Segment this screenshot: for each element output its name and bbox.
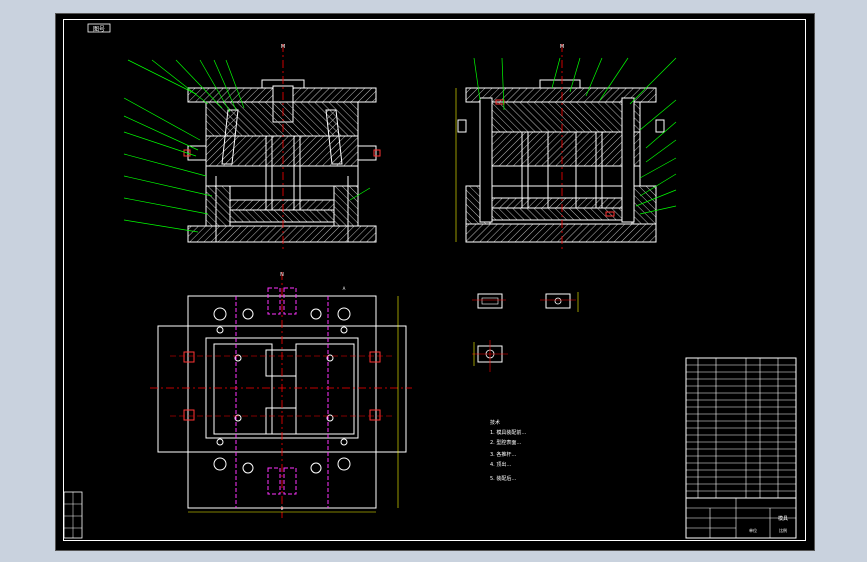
plan-view: N B A: [150, 272, 412, 518]
note-line: 5. 装配后…: [490, 475, 516, 482]
note-line: 2. 型腔表面…: [490, 439, 521, 446]
left-view-callout: M: [281, 44, 285, 50]
technical-notes: 技术 1. 模具装配前… 2. 型腔表面… 3. 各推杆… 4. 顶出… 5. …: [490, 419, 526, 482]
notes-title: 技术: [490, 419, 500, 426]
plan-side-callout: A: [343, 286, 346, 291]
revision-box: [63, 491, 83, 539]
note-line: 4. 顶出…: [490, 461, 511, 468]
title-block: 模具 比例 单位: [685, 497, 797, 539]
plan-callout: N: [280, 272, 284, 278]
right-section-view: M: [455, 44, 677, 252]
right-view-callout: M: [560, 44, 564, 50]
title-unit: 单位: [749, 527, 757, 533]
detail-views: [472, 292, 579, 372]
plan-width-label: B: [281, 506, 284, 511]
title-scale: 比例: [779, 527, 787, 533]
note-line: 3. 各推杆…: [490, 451, 516, 458]
parts-list: [685, 357, 797, 499]
note-line: 1. 模具装配前…: [490, 429, 526, 436]
sheet-tag: 图号: [87, 23, 111, 33]
title-name: 模具: [778, 515, 788, 522]
left-section-view: M: [123, 44, 381, 250]
drawing-canvas: 图号 M M N B A 技术 1. 模具装配前… 2. 型腔表面… 3. 各推…: [63, 23, 797, 539]
sheet-tag-text: 图号: [93, 26, 105, 33]
